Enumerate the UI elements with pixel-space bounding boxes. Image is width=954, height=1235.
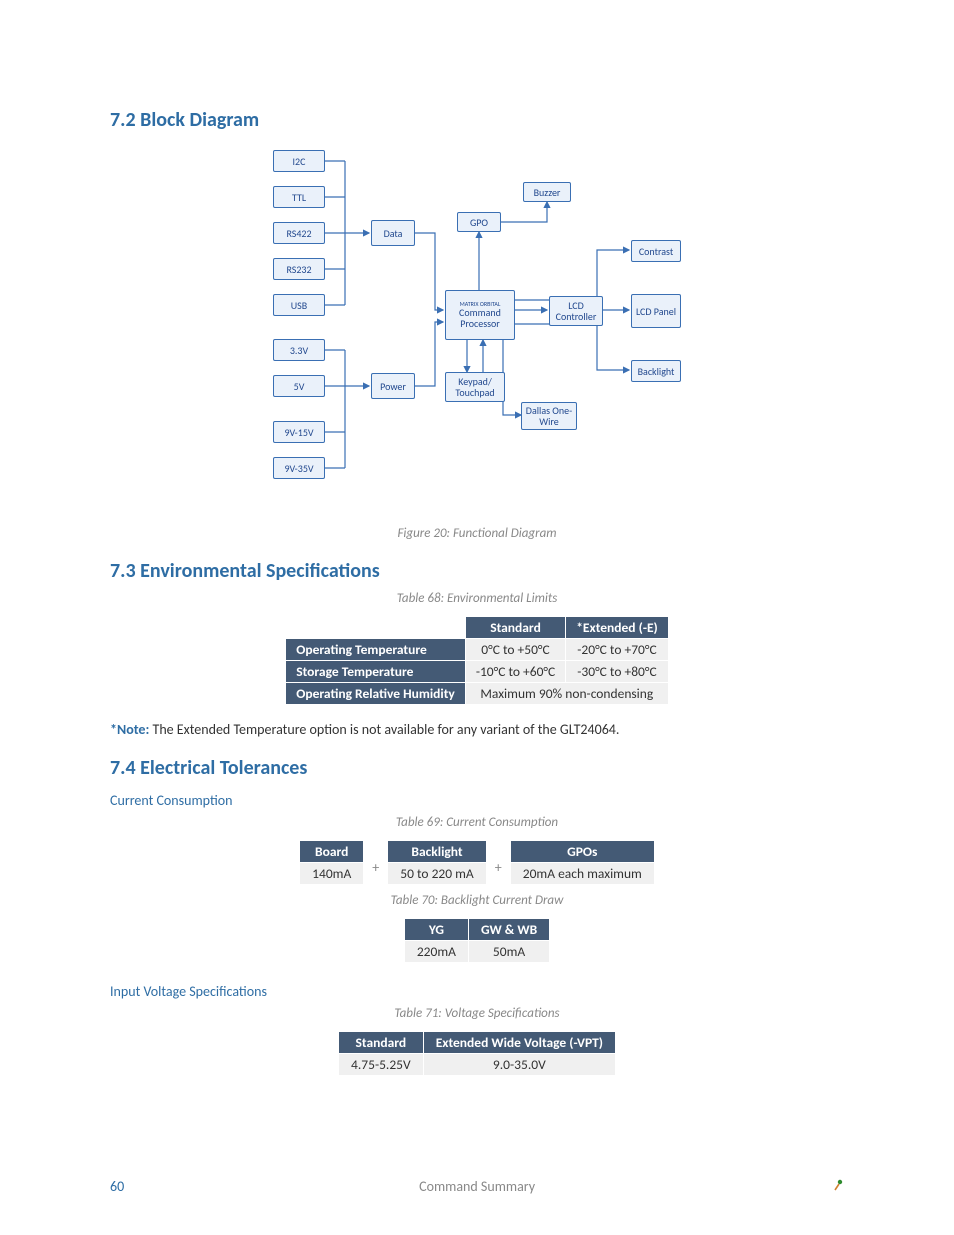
cc-backlight-table: Backlight 50 to 220 mA <box>387 840 486 885</box>
block-9v35v: 9V-35V <box>273 457 325 479</box>
env-hdr-extended: *Extended (-E) <box>566 617 669 639</box>
footer-logo-icon <box>830 1178 844 1195</box>
voltage-spec-table: Standard Extended Wide Voltage (-VPT) 4.… <box>338 1031 616 1076</box>
figure-20-caption: Figure 20: Functional Diagram <box>110 526 844 541</box>
page: 7.2 Block Diagram <box>0 0 954 1235</box>
block-rs232: RS232 <box>273 258 325 280</box>
block-i2c: I2C <box>273 150 325 172</box>
volt-extended-header: Extended Wide Voltage (-VPT) <box>423 1032 615 1054</box>
subhead-input-voltage: Input Voltage Specifications <box>110 983 844 1000</box>
env-op-temp-ext: -20°C to +70°C <box>566 639 669 661</box>
block-buzzer: Buzzer <box>523 182 571 202</box>
note-label: *Note: <box>110 721 149 738</box>
heading-7-4: 7.4 Electrical Tolerances <box>110 756 844 780</box>
env-humidity-value: Maximum 90% non-condensing <box>465 683 668 705</box>
cc-board-table: Board 140mA <box>299 840 364 885</box>
env-row-storage-temp-label: Storage Temperature <box>286 661 466 683</box>
environmental-table: Standard *Extended (-E) Operating Temper… <box>285 616 669 705</box>
table-68-caption: Table 68: Environmental Limits <box>110 591 844 606</box>
table-70-caption: Table 70: Backlight Current Draw <box>110 893 844 908</box>
cmd-label: Command Processor <box>448 307 512 329</box>
bl-yg-value: 220mA <box>404 941 468 963</box>
block-rs422: RS422 <box>273 222 325 244</box>
cc-backlight-header: Backlight <box>388 841 486 863</box>
block-power: Power <box>371 373 415 399</box>
bl-yg-header: YG <box>404 919 468 941</box>
cc-board-value: 140mA <box>300 863 364 885</box>
volt-extended-value: 9.0-35.0V <box>423 1054 615 1076</box>
block-lcd-controller: LCD Controller <box>549 296 603 326</box>
bl-gwwb-header: GW & WB <box>468 919 549 941</box>
footer-title: Command Summary <box>124 1178 830 1195</box>
block-dallas: Dallas One-Wire <box>521 402 577 430</box>
block-command-processor: MATRIX ORBITAL Command Processor <box>445 290 515 340</box>
subhead-current-consumption: Current Consumption <box>110 792 844 809</box>
block-5v: 5V <box>273 375 325 397</box>
block-3v3: 3.3V <box>273 339 325 361</box>
table-71-caption: Table 71: Voltage Specifications <box>110 1006 844 1021</box>
heading-7-3: 7.3 Environmental Specifications <box>110 559 844 583</box>
cc-backlight-value: 50 to 220 mA <box>388 863 486 885</box>
env-hdr-standard: Standard <box>465 617 565 639</box>
backlight-draw-table: YG GW & WB 220mA 50mA <box>404 918 550 963</box>
cc-gpos-table: GPOs 20mA each maximum <box>510 840 655 885</box>
block-gpo: GPO <box>457 212 501 232</box>
block-keypad: Keypad/ Touchpad <box>445 372 505 402</box>
note-text: The Extended Temperature option is not a… <box>149 721 619 738</box>
block-data: Data <box>371 220 415 246</box>
cc-gpos-header: GPOs <box>510 841 654 863</box>
bl-gwwb-value: 50mA <box>468 941 549 963</box>
env-storage-temp-ext: -30°C to +80°C <box>566 661 669 683</box>
page-footer: 60 Command Summary <box>110 1178 844 1195</box>
env-storage-temp-std: -10°C to +60°C <box>465 661 565 683</box>
table-69-caption: Table 69: Current Consumption <box>110 815 844 830</box>
block-contrast: Contrast <box>631 240 681 262</box>
cc-gpos-value: 20mA each maximum <box>510 863 654 885</box>
cc-board-header: Board <box>300 841 364 863</box>
block-backlight: Backlight <box>631 360 681 382</box>
env-row-humidity-label: Operating Relative Humidity <box>286 683 466 705</box>
page-number: 60 <box>110 1178 124 1195</box>
plus-2: + <box>495 849 502 876</box>
env-op-temp-std: 0°C to +50°C <box>465 639 565 661</box>
block-lcd-panel: LCD Panel <box>631 294 681 328</box>
env-row-op-temp-label: Operating Temperature <box>286 639 466 661</box>
heading-7-2: 7.2 Block Diagram <box>110 108 844 132</box>
current-consumption-row: Board 140mA + Backlight 50 to 220 mA + G… <box>110 840 844 885</box>
extended-temp-note: *Note: The Extended Temperature option i… <box>110 721 844 738</box>
plus-1: + <box>372 849 379 876</box>
volt-standard-header: Standard <box>339 1032 424 1054</box>
block-diagram: I2C TTL RS422 RS232 USB 3.3V 5V 9V-15V 9… <box>267 140 687 520</box>
block-9v15v: 9V-15V <box>273 421 325 443</box>
block-ttl: TTL <box>273 186 325 208</box>
volt-standard-value: 4.75-5.25V <box>339 1054 424 1076</box>
block-usb: USB <box>273 294 325 316</box>
